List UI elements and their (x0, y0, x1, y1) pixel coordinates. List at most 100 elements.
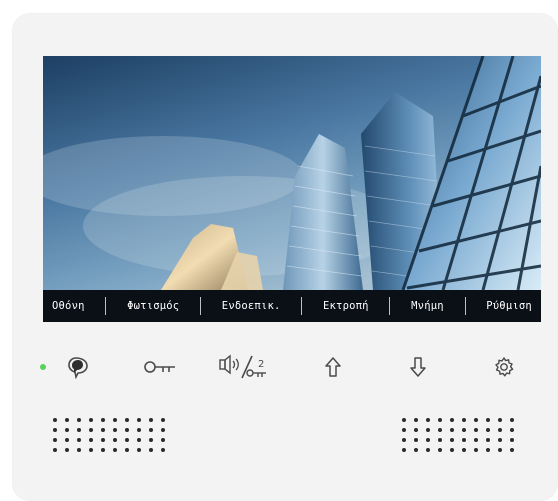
speaker-hole (414, 428, 418, 432)
settings-button[interactable] (490, 350, 518, 384)
speaker-hole (498, 448, 502, 452)
menu-item-display[interactable]: Οθόνη (49, 298, 88, 314)
speaker-hole (137, 438, 141, 442)
speaker-hole (450, 448, 454, 452)
speaker-hole (486, 438, 490, 442)
speaker-hole (486, 448, 490, 452)
menu-separator (301, 297, 303, 315)
speaker-hole (402, 428, 406, 432)
menu-item-lighting[interactable]: Φωτισμός (124, 298, 182, 314)
speaker-hole (161, 438, 165, 442)
speaker-hole (474, 428, 478, 432)
speaker-hole (510, 418, 514, 422)
speaker-hole (125, 448, 129, 452)
speaker-hole (438, 428, 442, 432)
speaker-hole (498, 438, 502, 442)
menu-item-memory[interactable]: Μνήμη (408, 298, 447, 314)
speaker-hole (486, 418, 490, 422)
speaker-hole (125, 418, 129, 422)
speaker-hole (137, 418, 141, 422)
speaker-hole (113, 428, 117, 432)
speaker-hole (89, 418, 93, 422)
speaker-hole (462, 418, 466, 422)
speaker-hole (474, 418, 478, 422)
speaker-hole (113, 418, 117, 422)
speaker-hole (426, 418, 430, 422)
speaker-hole (426, 438, 430, 442)
speaker-hole (426, 448, 430, 452)
unlock-2-number: 2 (258, 359, 264, 370)
key-icon (144, 361, 175, 373)
speaker-hole (438, 448, 442, 452)
speaker-hole (462, 428, 466, 432)
speaker-hole (53, 418, 57, 422)
speaker-hole (101, 418, 105, 422)
speaker-hole (450, 428, 454, 432)
down-button[interactable] (405, 350, 431, 384)
speaker-hole (161, 418, 165, 422)
menu-item-intercom[interactable]: Ενδοεπικ. (219, 298, 284, 314)
speaker-hole (498, 418, 502, 422)
arrow-down-icon (410, 357, 426, 377)
volume-unlock-2-icon: 2 (219, 354, 266, 379)
speaker-hole (149, 438, 153, 442)
speaker-hole (149, 428, 153, 432)
unlock-button[interactable] (140, 350, 180, 384)
speaker-hole (486, 428, 490, 432)
speaker-grille-right (402, 418, 514, 452)
menu-item-forwarding[interactable]: Εκτροπή (320, 298, 372, 314)
speaker-hole (53, 428, 57, 432)
speaker-hole (426, 428, 430, 432)
speaker-hole (161, 428, 165, 432)
menu-separator (464, 297, 466, 315)
speaker-hole (414, 438, 418, 442)
menu-separator (389, 297, 391, 315)
speaker-hole (402, 438, 406, 442)
speaker-hole (474, 438, 478, 442)
speaker-hole (510, 428, 514, 432)
speaker-hole (113, 448, 117, 452)
monitor-screen: Οθόνη Φωτισμός Ενδοεπικ. Εκτροπή Μνήμη Ρ… (43, 56, 541, 322)
speaker-hole (450, 438, 454, 442)
speaker-hole (462, 448, 466, 452)
speaker-hole (101, 448, 105, 452)
speaker-hole (89, 428, 93, 432)
speaker-hole (137, 448, 141, 452)
speaker-hole (89, 438, 93, 442)
menu-item-settings[interactable]: Ρύθμιση (483, 298, 535, 314)
speaker-hole (474, 448, 478, 452)
talk-button[interactable] (64, 350, 96, 384)
speaker-hole (125, 438, 129, 442)
speaker-hole (113, 438, 117, 442)
speaker-hole (137, 428, 141, 432)
menu-separator (105, 297, 107, 315)
speaker-hole (462, 438, 466, 442)
speaker-hole (438, 418, 442, 422)
speaker-hole (77, 418, 81, 422)
control-buttons: 2 (40, 350, 540, 384)
speaker-hole (149, 418, 153, 422)
speaker-hole (149, 448, 153, 452)
speaker-hole (438, 438, 442, 442)
arrow-up-icon (325, 357, 341, 377)
speaker-hole (101, 428, 105, 432)
gear-icon (495, 357, 514, 377)
speaker-hole (450, 418, 454, 422)
speaker-hole (402, 448, 406, 452)
speaker-hole (161, 448, 165, 452)
screen-menu-bar: Οθόνη Φωτισμός Ενδοεπικ. Εκτροπή Μνήμη Ρ… (43, 290, 541, 322)
speaker-hole (510, 438, 514, 442)
up-button[interactable] (320, 350, 346, 384)
speaker-hole (65, 448, 69, 452)
status-led (40, 364, 46, 370)
speaker-hole (498, 428, 502, 432)
speaker-hole (77, 428, 81, 432)
speaker-hole (101, 438, 105, 442)
speaker-hole (65, 438, 69, 442)
speaker-hole (65, 418, 69, 422)
volume-unlock-2-button[interactable]: 2 (216, 350, 272, 384)
speaker-hole (402, 418, 406, 422)
speaker-grille-left (53, 418, 165, 452)
speaker-hole (65, 428, 69, 432)
speaker-hole (77, 438, 81, 442)
